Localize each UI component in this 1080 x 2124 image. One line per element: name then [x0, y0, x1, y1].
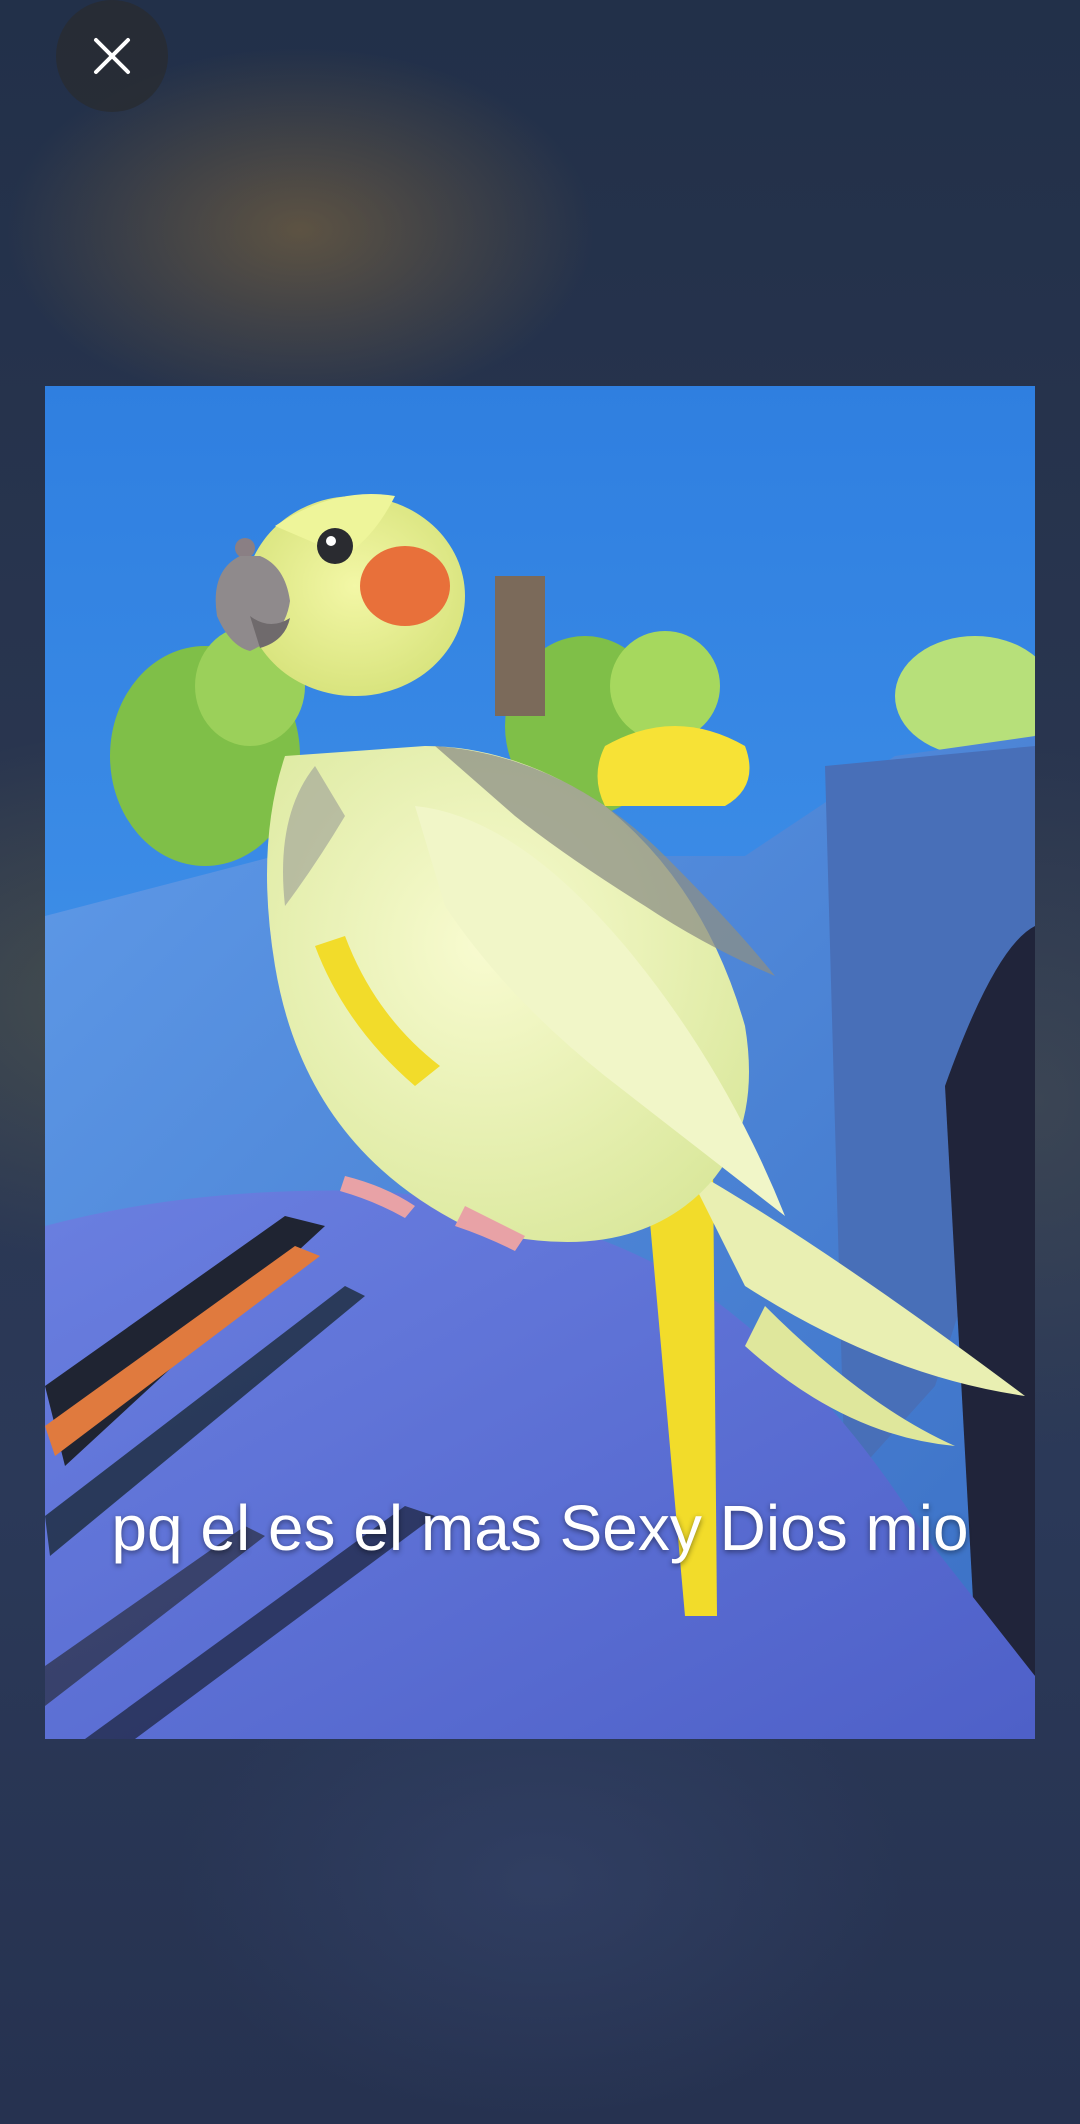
image-viewer-screen: pq el es el mas Sexy Dios mio	[0, 0, 1080, 2124]
close-icon	[94, 38, 130, 74]
photo-caption: pq el es el mas Sexy Dios mio	[111, 1492, 969, 1564]
photo: pq el es el mas Sexy Dios mio	[45, 386, 1035, 1739]
close-button[interactable]	[56, 0, 168, 112]
